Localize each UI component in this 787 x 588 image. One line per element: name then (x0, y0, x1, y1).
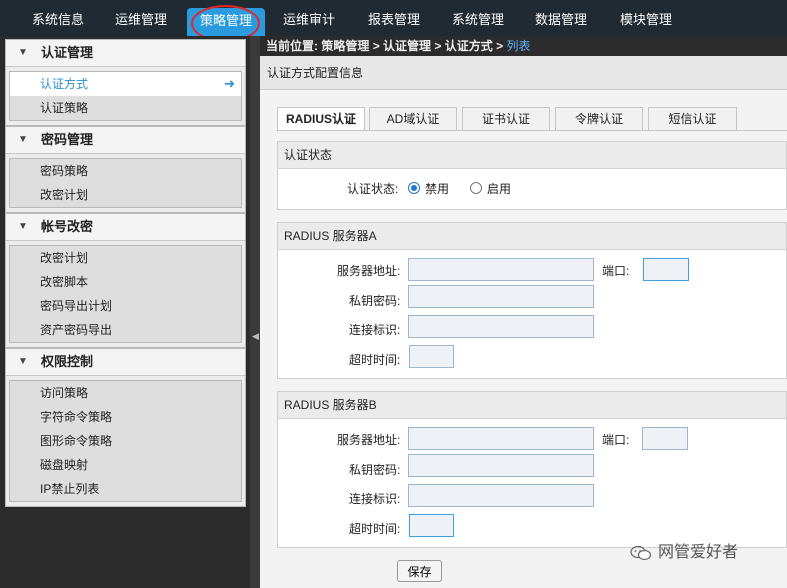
tab-divider (277, 130, 787, 131)
nav-item-ops-management[interactable]: 运维管理 (115, 9, 167, 31)
save-button[interactable]: 保存 (397, 560, 442, 582)
sidebar-group-header[interactable]: ▼ 密码管理 (6, 127, 245, 154)
sidebar-item-label: 认证方式 (40, 77, 89, 91)
sidebar-item-change-plan[interactable]: 改密计划 (10, 183, 241, 207)
breadcrumb-separator: > (431, 39, 445, 53)
breadcrumb-item[interactable]: 策略管理 (321, 39, 369, 53)
breadcrumb: 当前位置: 策略管理 > 认证管理 > 认证方式 > 列表 (260, 36, 787, 56)
breadcrumb-prefix: 当前位置: (266, 39, 322, 53)
collapse-triangle-icon: ▼ (18, 221, 28, 232)
tab-radius-auth[interactable]: RADIUS认证 (277, 107, 365, 131)
sidebar-group-auth: ▼ 认证管理 认证方式 ➜ 认证策略 (5, 39, 246, 126)
server-a-timeout-label: 超时时间: (349, 353, 401, 367)
radio-enabled[interactable] (470, 182, 482, 194)
server-a-conn-label: 连接标识: (349, 323, 401, 337)
breadcrumb-item[interactable]: 认证管理 (383, 39, 431, 53)
sidebar-item-change-plan-2[interactable]: 改密计划 (10, 246, 241, 270)
watermark-text: 网管爱好者 (658, 544, 739, 561)
tab-ad-auth[interactable]: AD域认证 (369, 107, 457, 130)
sidebar-item-char-command-policy[interactable]: 字符命令策略 (10, 405, 241, 429)
top-nav-bar: 系统信息 运维管理 策略管理 运维审计 报表管理 系统管理 数据管理 模块管理 (0, 0, 787, 42)
server-a-timeout-input[interactable] (409, 345, 454, 368)
auth-status-label: 认证状态: (347, 182, 399, 196)
sidebar-group-password: ▼ 密码管理 密码策略 改密计划 (5, 126, 246, 213)
panel-title: 认证方式配置信息 (260, 56, 787, 90)
collapse-left-icon[interactable]: ◀ (252, 331, 259, 342)
section-title: RADIUS 服务器B (278, 392, 786, 419)
sidebar-group-title: 帐号改密 (41, 219, 94, 234)
sidebar-item-auth-method[interactable]: 认证方式 ➜ (10, 72, 241, 96)
collapse-triangle-icon: ▼ (18, 47, 28, 58)
server-a-address-input[interactable] (408, 258, 594, 281)
server-b-timeout-label: 超时时间: (349, 522, 401, 536)
sidebar-item-auth-policy[interactable]: 认证策略 (10, 96, 241, 120)
sidebar-item-password-policy[interactable]: 密码策略 (10, 159, 241, 183)
sidebar-group-items: 改密计划 改密脚本 密码导出计划 资产密码导出 (9, 245, 242, 343)
server-b-port-input[interactable] (642, 427, 688, 450)
radio-disabled[interactable] (408, 182, 420, 194)
section-title: RADIUS 服务器A (278, 223, 786, 250)
sidebar-item-graphic-command-policy[interactable]: 图形命令策略 (10, 429, 241, 453)
collapse-triangle-icon: ▼ (18, 356, 28, 367)
breadcrumb-separator: > (369, 39, 384, 53)
server-a-port-label: 端口: (602, 264, 630, 278)
sidebar-item-asset-password-export[interactable]: 资产密码导出 (10, 318, 241, 342)
sidebar-group-header[interactable]: ▼ 帐号改密 (6, 214, 245, 241)
server-b-port-label: 端口: (602, 433, 630, 447)
nav-item-system-management[interactable]: 系统管理 (452, 9, 504, 31)
server-b-conn-input[interactable] (408, 484, 594, 507)
sidebar-group-title: 认证管理 (41, 45, 94, 60)
sidebar-group-title: 权限控制 (41, 354, 94, 369)
sidebar-group-header[interactable]: ▼ 权限控制 (6, 349, 245, 376)
radio-enabled-label[interactable]: 启用 (487, 180, 511, 197)
section-title: 认证状态 (278, 142, 786, 169)
breadcrumb-current: 列表 (506, 39, 531, 53)
tab-token-auth[interactable]: 令牌认证 (555, 107, 643, 130)
tab-cert-auth[interactable]: 证书认证 (462, 107, 550, 130)
sidebar: ▼ 认证管理 认证方式 ➜ 认证策略 ▼ 密码管理 密码策略 改密计划 ▼ 帐号改密 改… (0, 36, 250, 588)
sidebar-group-header[interactable]: ▼ 认证管理 (6, 40, 245, 67)
server-b-key-label: 私钥密码: (349, 463, 401, 477)
sidebar-item-ip-blocklist[interactable]: IP禁止列表 (10, 477, 241, 501)
sidebar-group-items: 访问策略 字符命令策略 图形命令策略 磁盘映射 IP禁止列表 (9, 380, 242, 502)
server-b-conn-label: 连接标识: (349, 492, 401, 506)
watermark: 网管爱好者 (630, 542, 738, 564)
tab-sms-auth[interactable]: 短信认证 (648, 107, 737, 130)
server-a-conn-input[interactable] (408, 315, 594, 338)
collapse-triangle-icon: ▼ (18, 134, 28, 145)
breadcrumb-item[interactable]: 认证方式 (445, 39, 493, 53)
sidebar-item-disk-mapping[interactable]: 磁盘映射 (10, 453, 241, 477)
sidebar-group-items: 认证方式 ➜ 认证策略 (9, 71, 242, 121)
server-b-timeout-input[interactable] (409, 514, 454, 537)
server-b-key-input[interactable] (408, 454, 594, 477)
radio-disabled-label[interactable]: 禁用 (425, 180, 449, 197)
sidebar-group-permission: ▼ 权限控制 访问策略 字符命令策略 图形命令策略 磁盘映射 IP禁止列表 (5, 348, 246, 507)
server-a-key-label: 私钥密码: (349, 294, 401, 308)
server-a-port-input[interactable] (643, 258, 689, 281)
server-b-address-input[interactable] (408, 427, 594, 450)
sidebar-group-account-password: ▼ 帐号改密 改密计划 改密脚本 密码导出计划 资产密码导出 (5, 213, 246, 348)
sidebar-item-change-script[interactable]: 改密脚本 (10, 270, 241, 294)
wechat-icon (630, 545, 652, 561)
sidebar-splitter[interactable]: ◀ (250, 36, 260, 588)
breadcrumb-separator: > (492, 39, 507, 53)
nav-item-report-management[interactable]: 报表管理 (368, 9, 420, 31)
nav-item-ops-audit[interactable]: 运维审计 (283, 9, 335, 31)
server-a-address-label: 服务器地址: (337, 264, 401, 278)
nav-item-module-management[interactable]: 模块管理 (620, 9, 672, 31)
auth-status-section: 认证状态 (277, 141, 787, 210)
sidebar-group-title: 密码管理 (41, 132, 94, 147)
nav-item-data-management[interactable]: 数据管理 (535, 9, 587, 31)
arrow-right-icon: ➜ (224, 76, 235, 91)
sidebar-item-access-policy[interactable]: 访问策略 (10, 381, 241, 405)
nav-item-system-info[interactable]: 系统信息 (32, 9, 84, 31)
server-b-address-label: 服务器地址: (337, 433, 401, 447)
sidebar-group-items: 密码策略 改密计划 (9, 158, 242, 208)
server-a-key-input[interactable] (408, 285, 594, 308)
sidebar-item-password-export-plan[interactable]: 密码导出计划 (10, 294, 241, 318)
